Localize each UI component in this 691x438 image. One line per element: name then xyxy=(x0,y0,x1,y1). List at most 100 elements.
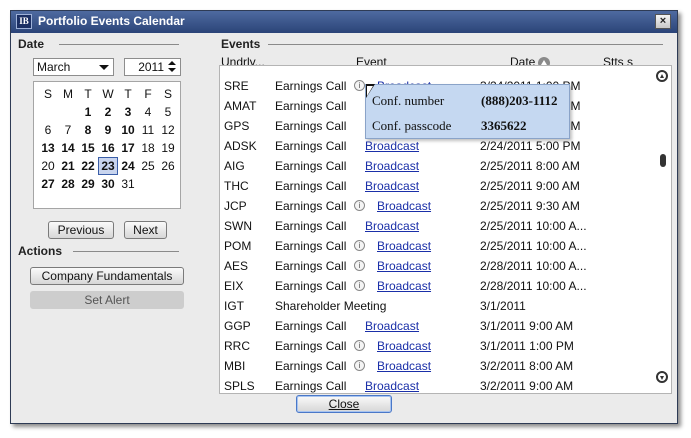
date-section-divider xyxy=(59,44,179,45)
conf-passcode-label: Conf. passcode xyxy=(372,118,452,133)
calendar-day[interactable]: 29 xyxy=(78,175,98,193)
calendar-day[interactable]: 12 xyxy=(158,121,178,139)
scroll-down-button[interactable] xyxy=(656,371,668,383)
calendar-day[interactable]: 17 xyxy=(118,139,138,157)
calendar-day[interactable]: 18 xyxy=(138,139,158,157)
row-symbol: POM xyxy=(224,239,252,253)
next-button-label: Next xyxy=(133,223,158,237)
info-icon[interactable]: i xyxy=(354,340,365,351)
calendar-day[interactable]: 3 xyxy=(118,103,138,121)
row-event: Earnings Call xyxy=(275,119,347,133)
calendar-day[interactable]: 25 xyxy=(138,157,158,175)
calendar-day[interactable]: 2 xyxy=(98,103,118,121)
calendar-day[interactable]: 27 xyxy=(38,175,58,193)
table-row[interactable]: AIG Earnings Call Broadcast 2/25/2011 8:00 … xyxy=(220,156,650,176)
company-fundamentals-button[interactable]: Company Fundamentals xyxy=(30,267,184,285)
next-month-button[interactable]: Next xyxy=(124,221,167,239)
broadcast-link[interactable]: Broadcast xyxy=(377,259,431,273)
calendar-day[interactable]: 7 xyxy=(58,121,78,139)
row-symbol: IGT xyxy=(224,299,244,313)
calendar-day[interactable]: 21 xyxy=(58,157,78,175)
table-row[interactable]: AES Earnings Call i Broadcast 2/28/2011 10:0… xyxy=(220,256,650,276)
table-row[interactable]: IGT Shareholder Meeting 3/1/2011 xyxy=(220,296,650,316)
table-row[interactable]: THC Earnings Call Broadcast 2/25/2011 9:00 … xyxy=(220,176,650,196)
calendar-day[interactable]: 11 xyxy=(138,121,158,139)
spin-down-icon[interactable] xyxy=(168,68,176,72)
table-row[interactable]: ADSK Earnings Call Broadcast 2/24/2011 5:00… xyxy=(220,136,650,156)
broadcast-link[interactable]: Broadcast xyxy=(365,139,419,153)
calendar-day[interactable]: 14 xyxy=(58,139,78,157)
calendar-day[interactable]: 31 xyxy=(118,175,138,193)
weekday-header: W xyxy=(102,87,114,101)
close-dialog-button[interactable]: Close xyxy=(296,395,392,413)
calendar-day[interactable]: 5 xyxy=(158,103,178,121)
info-icon[interactable]: i xyxy=(354,200,365,211)
month-select[interactable]: March xyxy=(33,58,114,76)
info-icon[interactable]: i xyxy=(354,260,365,271)
calendar-day[interactable]: 19 xyxy=(158,139,178,157)
broadcast-link[interactable]: Broadcast xyxy=(365,379,419,393)
info-icon[interactable]: i xyxy=(354,280,365,291)
spin-up-icon[interactable] xyxy=(168,61,176,65)
calendar-day[interactable]: 30 xyxy=(98,175,118,193)
table-row[interactable]: SWN Earnings Call Broadcast 2/25/2011 10:00… xyxy=(220,216,650,236)
row-symbol: MBI xyxy=(224,359,246,373)
set-alert-label: Set Alert xyxy=(84,293,130,307)
broadcast-link[interactable]: Broadcast xyxy=(365,219,419,233)
year-spinner[interactable]: 2011 xyxy=(124,58,181,76)
calendar-day[interactable]: 24 xyxy=(118,157,138,175)
broadcast-link[interactable]: Broadcast xyxy=(377,199,431,213)
table-row[interactable]: EIX Earnings Call i Broadcast 2/28/2011 10:0… xyxy=(220,276,650,296)
row-date: 3/2/2011 8:00 AM xyxy=(480,359,574,373)
window-close-button[interactable]: × xyxy=(655,14,671,29)
calendar-day[interactable]: 26 xyxy=(158,157,178,175)
scrollbar-thumb[interactable] xyxy=(660,154,666,167)
calendar-day[interactable]: 10 xyxy=(118,121,138,139)
info-icon[interactable]: i xyxy=(354,240,365,251)
scroll-up-button[interactable] xyxy=(656,70,668,82)
title-bar[interactable]: IB Portfolio Events Calendar × xyxy=(11,11,677,33)
table-row[interactable]: RRC Earnings Call i Broadcast 3/1/2011 1:00 … xyxy=(220,336,650,356)
row-event: Earnings Call xyxy=(275,219,347,233)
table-row[interactable]: MBI Earnings Call i Broadcast 3/2/2011 8:00 … xyxy=(220,356,650,376)
row-date: 2/28/2011 10:00 A... xyxy=(480,259,587,273)
calendar-day[interactable]: 15 xyxy=(78,139,98,157)
row-event: Earnings Call xyxy=(275,319,347,333)
calendar-day[interactable]: 28 xyxy=(58,175,78,193)
calendar-day[interactable]: 4 xyxy=(138,103,158,121)
row-date: 3/2/2011 9:00 AM xyxy=(480,379,574,393)
broadcast-link[interactable]: Broadcast xyxy=(365,319,419,333)
conf-number-label: Conf. number xyxy=(372,93,445,108)
calendar-day[interactable]: 1 xyxy=(78,103,98,121)
table-row[interactable]: POM Earnings Call i Broadcast 2/25/2011 10:0… xyxy=(220,236,650,256)
row-event: Earnings Call xyxy=(275,379,347,393)
info-icon[interactable]: i xyxy=(354,80,365,91)
calendar-grid: S M T W T F S 1 2 3 4 5 6 7 8 9 10 11 12 13 14 15 16 17 18 19 20 21… xyxy=(38,85,178,193)
previous-month-button[interactable]: Previous xyxy=(48,221,114,239)
row-event: Earnings Call xyxy=(275,279,347,293)
broadcast-link[interactable]: Broadcast xyxy=(377,239,431,253)
calendar-day[interactable]: 9 xyxy=(98,121,118,139)
actions-section-divider xyxy=(73,251,179,252)
info-icon[interactable]: i xyxy=(354,360,365,371)
calendar-day[interactable]: 6 xyxy=(38,121,58,139)
weekday-header: F xyxy=(144,87,152,101)
table-row[interactable]: JCP Earnings Call i Broadcast 2/25/2011 9:30… xyxy=(220,196,650,216)
broadcast-link[interactable]: Broadcast xyxy=(377,279,431,293)
broadcast-link[interactable]: Broadcast xyxy=(365,159,419,173)
row-symbol: AES xyxy=(224,259,249,273)
conf-passcode-value: 3365622 xyxy=(481,118,527,133)
broadcast-link[interactable]: Broadcast xyxy=(377,359,431,373)
calendar-day[interactable]: 8 xyxy=(78,121,98,139)
table-row[interactable]: GGP Earnings Call Broadcast 3/1/2011 9:00 A… xyxy=(220,316,650,336)
broadcast-link[interactable]: Broadcast xyxy=(377,339,431,353)
calendar-day[interactable]: 23 xyxy=(98,157,118,175)
calendar-day[interactable]: 22 xyxy=(78,157,98,175)
calendar-day[interactable]: 20 xyxy=(38,157,58,175)
weekday-header: S xyxy=(163,87,172,101)
broadcast-link[interactable]: Broadcast xyxy=(365,179,419,193)
row-event: Earnings Call xyxy=(275,339,347,353)
calendar-day[interactable]: 13 xyxy=(38,139,58,157)
table-row[interactable]: SPLS Earnings Call Broadcast 3/2/2011 9:00 … xyxy=(220,376,650,393)
calendar-day[interactable]: 16 xyxy=(98,139,118,157)
